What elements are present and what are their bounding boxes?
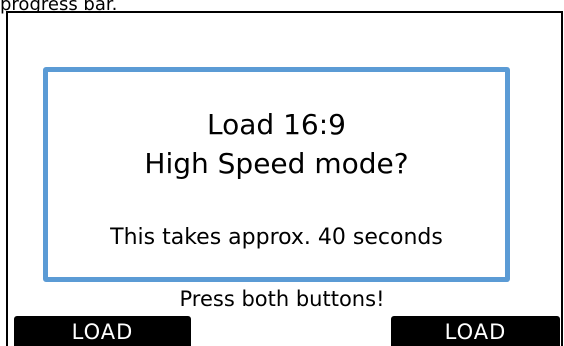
dialog-title-line2: High Speed mode? (144, 147, 409, 180)
dialog-title-line1: Load 16:9 (207, 108, 346, 141)
confirmation-dialog: Load 16:9 High Speed mode? This takes ap… (43, 67, 510, 282)
duration-note: This takes approx. 40 seconds (110, 225, 443, 250)
load-button-left[interactable]: LOAD (14, 316, 191, 346)
load-button-right[interactable]: LOAD (391, 316, 560, 346)
instruction-text: Press both buttons! (179, 287, 385, 311)
